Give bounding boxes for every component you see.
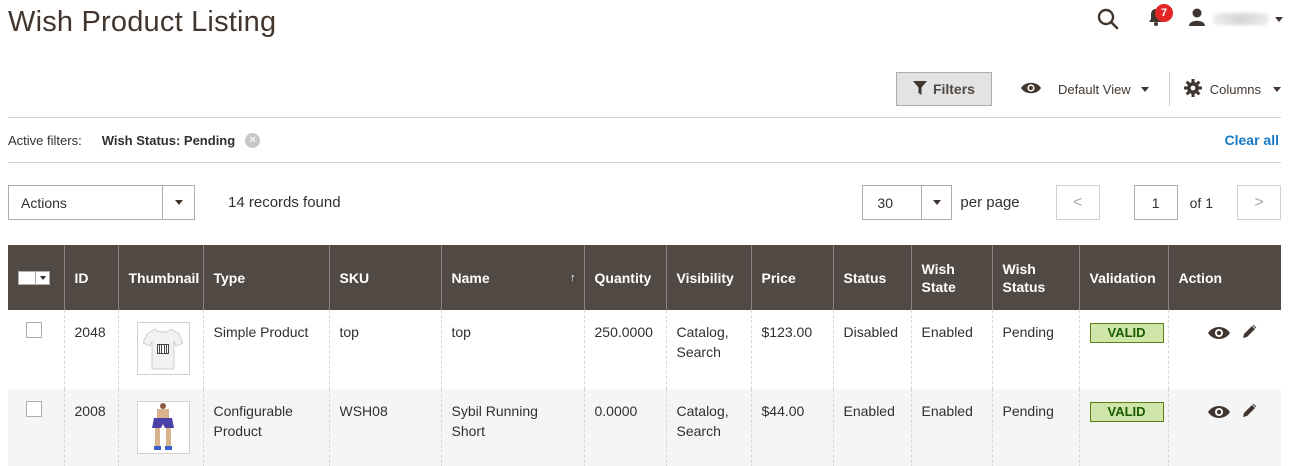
pencil-icon[interactable] bbox=[1241, 403, 1257, 424]
page-title: Wish Product Listing bbox=[8, 6, 277, 38]
table-row[interactable]: 2048 Simple Product top top 250.0000 Cat… bbox=[8, 310, 1281, 389]
chevron-down-icon bbox=[1275, 16, 1283, 22]
view-label: Default View bbox=[1057, 81, 1131, 97]
cell-validation: VALID bbox=[1078, 389, 1168, 466]
cell-id: 2048 bbox=[63, 310, 118, 389]
chevron-down-icon[interactable] bbox=[162, 186, 194, 219]
product-grid: ID Thumbnail Type SKU Name ↑ Quantity Vis… bbox=[8, 245, 1281, 466]
active-filters-label: Active filters: bbox=[8, 132, 82, 148]
column-header-thumbnail[interactable]: Thumbnail bbox=[117, 245, 203, 310]
cell-action bbox=[1167, 389, 1281, 466]
column-header-name[interactable]: Name ↑ bbox=[440, 245, 584, 310]
eye-icon[interactable] bbox=[1207, 325, 1231, 345]
column-header-price[interactable]: Price bbox=[750, 245, 833, 310]
mass-actions-select[interactable]: Actions bbox=[8, 185, 195, 220]
cell-visibility: Catalog, Search bbox=[665, 389, 751, 466]
cell-name: top bbox=[440, 310, 584, 389]
mass-actions-label: Actions bbox=[21, 194, 67, 211]
column-header-action: Action bbox=[1167, 245, 1281, 310]
mass-select-header[interactable] bbox=[8, 245, 64, 310]
cell-status: Enabled bbox=[832, 389, 911, 466]
cell-type: Configurable Product bbox=[202, 389, 329, 466]
page-number-input[interactable]: 1 bbox=[1133, 185, 1178, 220]
column-header-wish-state[interactable]: Wish State bbox=[910, 245, 992, 310]
row-checkbox[interactable] bbox=[26, 401, 42, 417]
user-name-blurred bbox=[1213, 13, 1269, 25]
cell-wish-state: Enabled bbox=[910, 389, 992, 466]
cell-name: Sybil Running Short bbox=[440, 389, 584, 466]
pencil-icon[interactable] bbox=[1241, 324, 1257, 345]
filters-label: Filters bbox=[932, 81, 975, 97]
per-page-label: per page bbox=[960, 194, 1020, 211]
columns-label: Columns bbox=[1209, 81, 1261, 97]
toolbar-divider bbox=[1168, 72, 1170, 106]
per-page-select[interactable]: 30 bbox=[862, 185, 923, 220]
filters-button[interactable]: Filters bbox=[895, 72, 992, 106]
cell-sku: top bbox=[328, 310, 441, 389]
column-header-status[interactable]: Status bbox=[832, 245, 911, 310]
column-header-validation[interactable]: Validation bbox=[1078, 245, 1168, 310]
columns-button[interactable]: Columns bbox=[1183, 78, 1281, 100]
active-filters-bar: Active filters: Wish Status: Pending ✕ C… bbox=[8, 130, 1281, 150]
cell-status: Disabled bbox=[832, 310, 911, 389]
chevron-down-icon[interactable] bbox=[922, 185, 953, 220]
divider bbox=[8, 117, 1281, 118]
cell-type: Simple Product bbox=[202, 310, 329, 389]
row-checkbox[interactable] bbox=[26, 322, 42, 338]
cell-sku: WSH08 bbox=[328, 389, 441, 466]
tshirt-image bbox=[143, 327, 183, 369]
cell-visibility: Catalog, Search bbox=[665, 310, 751, 389]
cell-wish-status: Pending bbox=[991, 389, 1079, 466]
clear-all-link[interactable]: Clear all bbox=[1225, 132, 1279, 148]
eye-icon bbox=[1020, 81, 1042, 98]
filter-icon bbox=[912, 80, 927, 98]
cell-wish-status: Pending bbox=[991, 310, 1079, 389]
cell-action bbox=[1167, 310, 1281, 389]
close-icon[interactable]: ✕ bbox=[245, 132, 261, 148]
view-switcher[interactable]: Default View bbox=[1020, 81, 1169, 98]
notifications-button[interactable]: 7 bbox=[1141, 4, 1173, 34]
notification-count-badge: 7 bbox=[1155, 4, 1173, 22]
cell-quantity: 250.0000 bbox=[583, 310, 666, 389]
records-count: 14 records found bbox=[228, 194, 341, 211]
gear-icon bbox=[1183, 78, 1202, 100]
chevron-down-icon bbox=[1140, 86, 1149, 92]
active-filter-item: Wish Status: Pending bbox=[101, 132, 236, 148]
cell-validation: VALID bbox=[1078, 310, 1168, 389]
user-icon bbox=[1189, 8, 1205, 31]
sort-arrow-icon: ↑ bbox=[570, 271, 576, 284]
grid-toolbar: Filters Default View Columns bbox=[895, 72, 1281, 106]
eye-icon[interactable] bbox=[1207, 404, 1231, 424]
column-header-wish-status[interactable]: Wish Status bbox=[991, 245, 1079, 310]
cell-id: 2008 bbox=[63, 389, 118, 466]
column-header-name-label: Name bbox=[451, 269, 490, 286]
validation-badge: VALID bbox=[1089, 402, 1164, 422]
chevron-down-icon bbox=[39, 275, 46, 280]
pager: 30 per page < 1 of 1 > bbox=[862, 185, 1281, 220]
cell-price: $123.00 bbox=[750, 310, 833, 389]
user-menu[interactable] bbox=[1189, 4, 1283, 34]
product-thumbnail[interactable] bbox=[136, 401, 190, 454]
column-header-quantity[interactable]: Quantity bbox=[583, 245, 666, 310]
column-header-sku[interactable]: SKU bbox=[328, 245, 441, 310]
header-actions: 7 bbox=[1093, 4, 1283, 34]
chevron-left-icon[interactable]: < bbox=[1055, 185, 1100, 220]
running-short-image bbox=[152, 402, 174, 450]
search-icon[interactable] bbox=[1093, 4, 1123, 34]
table-row[interactable]: 2008 Configurable Product WSH08 Sybil Ru… bbox=[8, 389, 1281, 466]
mass-select-checkbox[interactable] bbox=[18, 270, 54, 285]
product-thumbnail[interactable] bbox=[136, 322, 190, 375]
cell-quantity: 0.0000 bbox=[583, 389, 666, 466]
cell-wish-state: Enabled bbox=[910, 310, 992, 389]
column-header-id[interactable]: ID bbox=[63, 245, 118, 310]
column-header-visibility[interactable]: Visibility bbox=[665, 245, 751, 310]
grid-header-row: ID Thumbnail Type SKU Name ↑ Quantity Vis… bbox=[8, 245, 1281, 310]
chevron-right-icon[interactable]: > bbox=[1237, 185, 1281, 220]
chevron-down-icon bbox=[1273, 86, 1281, 92]
cell-price: $44.00 bbox=[750, 389, 833, 466]
validation-badge: VALID bbox=[1089, 323, 1164, 343]
column-header-type[interactable]: Type bbox=[202, 245, 329, 310]
page-total-label: of 1 bbox=[1189, 194, 1213, 211]
divider bbox=[8, 162, 1281, 163]
